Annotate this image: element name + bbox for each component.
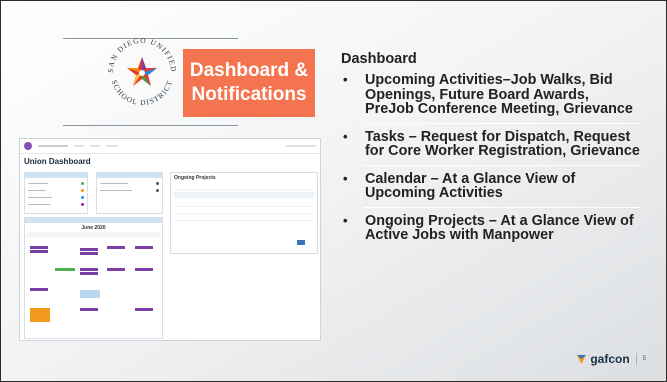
bullet-glyph: • [343,170,348,186]
calendar-panel: June 2020 [24,217,163,339]
dashboard-screenshot: Union Dashboard June 2020 Ongoing Projec… [19,138,321,341]
title-banner: Dashboard & Notifications [183,49,315,117]
bullet-text: Calendar – At a Glance View of Upcoming … [365,170,576,201]
bullet-glyph: • [343,128,348,144]
bullet-text: Upcoming Activities–Job Walks, Bid Openi… [365,72,633,117]
content-column: Dashboard • Upcoming Activities–Job Walk… [341,51,641,256]
star-seal-icon: SAN DIEGO UNIFIED SCHOOL DISTRICT [106,36,177,107]
list-item: • Upcoming Activities–Job Walks, Bid Ope… [341,72,641,124]
upcoming-activities-panel [24,172,88,214]
page-number: 5 [642,356,646,362]
ongoing-projects-title: Ongoing Projects [174,175,216,181]
list-item: • Calendar – At a Glance View of Upcomin… [341,170,641,208]
list-item: • Ongoing Projects – At a Glance View of… [341,212,641,250]
screenshot-title: Union Dashboard [24,157,91,166]
list-item: • Tasks – Request for Dispatch, Request … [341,128,641,166]
banner-line-2: Notifications [191,84,307,105]
bottom-rule [63,125,238,126]
bullet-text: Tasks – Request for Dispatch, Request fo… [365,128,640,159]
bullet-list: • Upcoming Activities–Job Walks, Bid Ope… [341,72,641,250]
ongoing-projects-panel: Ongoing Projects [170,172,318,254]
screenshot-topbar [20,139,320,154]
calendar-month: June 2020 [81,224,106,231]
brand-name: gafcon [590,352,630,366]
divider [635,353,637,365]
logo-bottom-text: SCHOOL DISTRICT [110,79,173,107]
gafcon-logo-icon [577,354,587,364]
bullet-glyph: • [343,212,348,228]
section-heading: Dashboard [341,51,417,67]
bullet-glyph: • [343,72,348,87]
bullet-text: Ongoing Projects – At a Glance View of A… [365,212,634,243]
footer-brand: gafcon 5 [576,352,646,366]
svg-text:SCHOOL DISTRICT: SCHOOL DISTRICT [110,79,175,107]
banner-line-1: Dashboard & [189,60,309,81]
tasks-panel [96,172,163,214]
avatar [24,142,32,150]
slide: SAN DIEGO UNIFIED SCHOOL DISTRICT Dashbo… [0,0,667,382]
